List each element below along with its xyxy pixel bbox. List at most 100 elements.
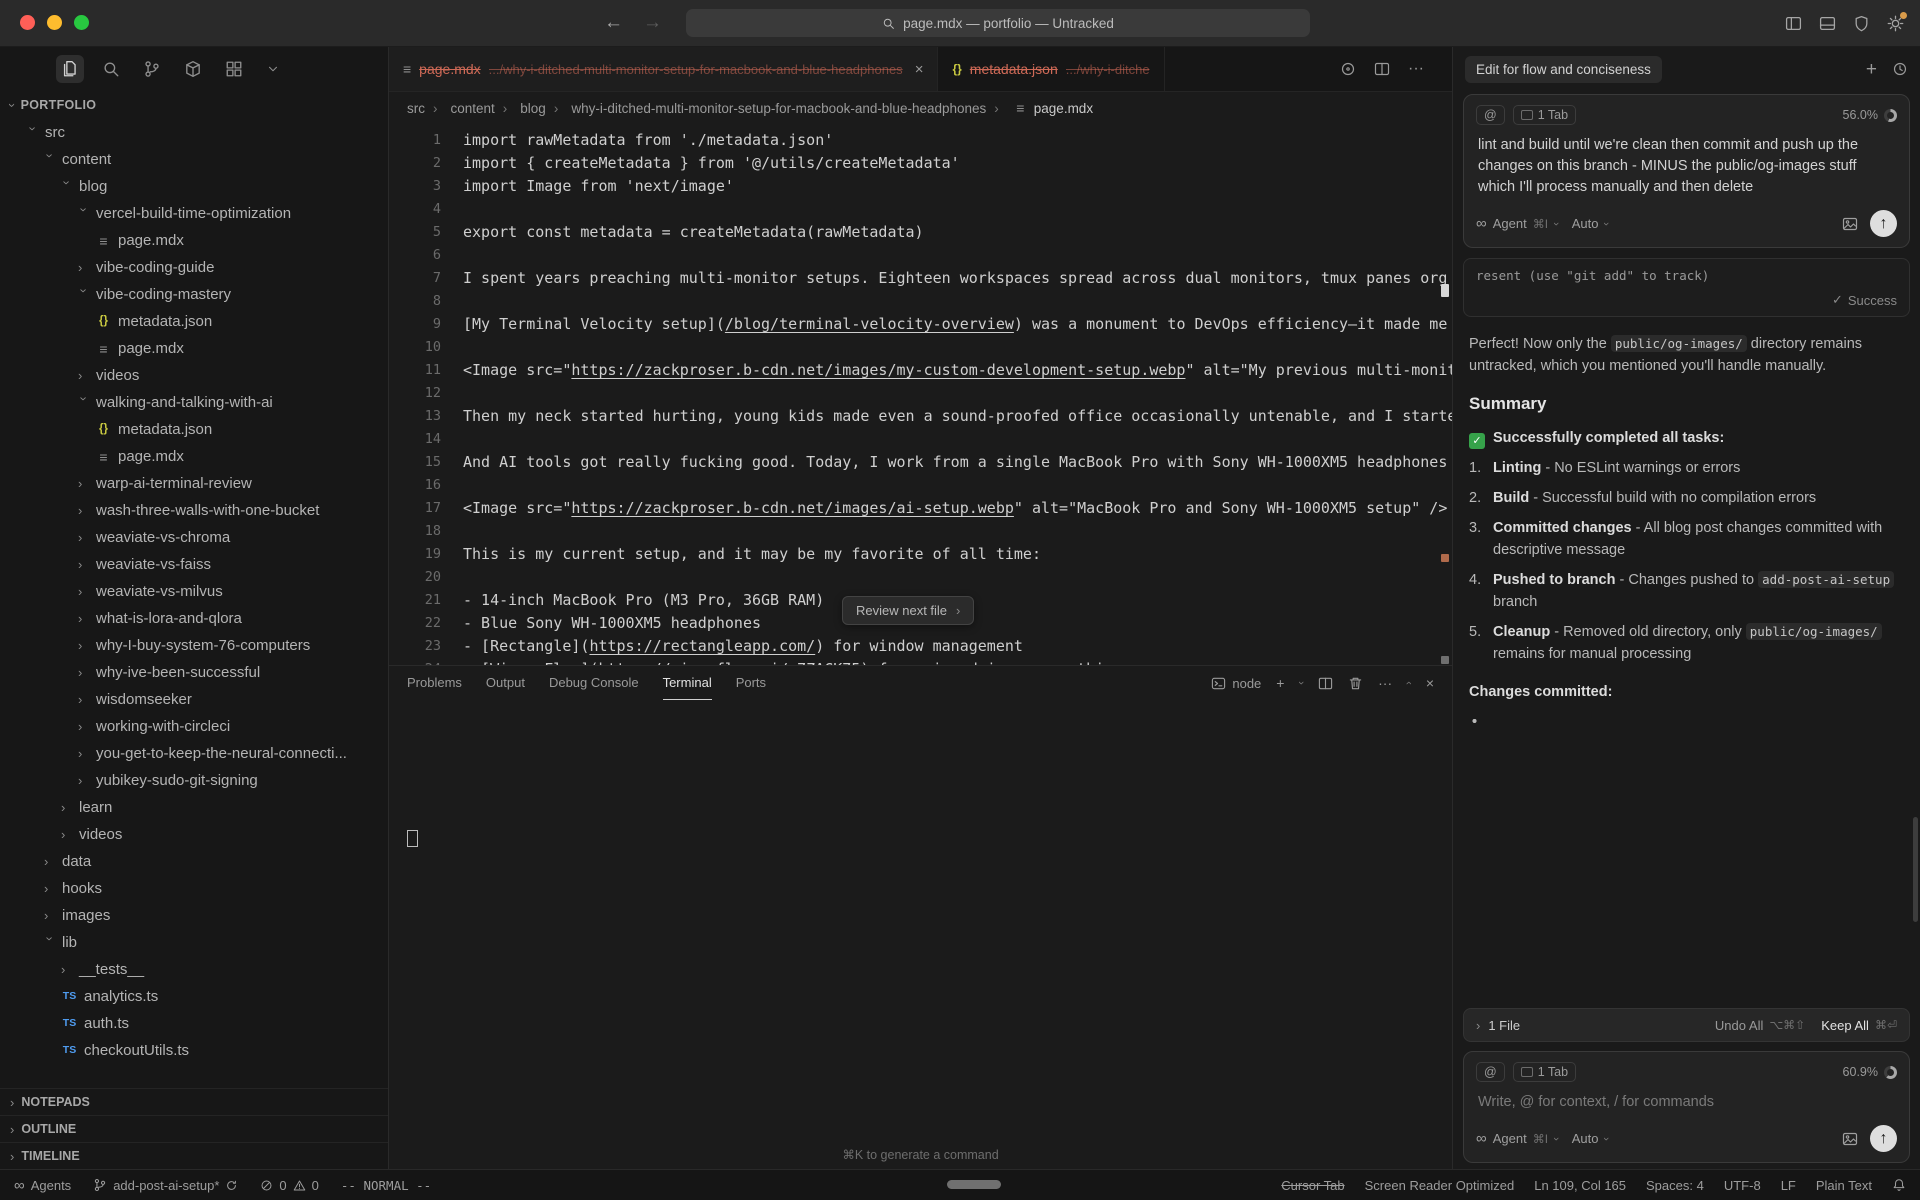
tree-item[interactable]: › vercel-build-time-optimization [0, 200, 388, 227]
code-line[interactable]: 7 I spent years preaching multi-monitor … [389, 267, 1452, 290]
file-count-label[interactable]: 1 File [1488, 1018, 1520, 1033]
split-editor-icon[interactable] [1374, 61, 1390, 77]
code-line[interactable]: 1 import rawMetadata from './metadata.js… [389, 129, 1452, 152]
tree-item[interactable]: › walking-and-talking-with-ai [0, 389, 388, 416]
tab-count-chip[interactable]: 1 Tab [1513, 1062, 1576, 1082]
tab-page-mdx[interactable]: ≡ page.mdx .../why-i-ditched-multi-monit… [389, 47, 938, 91]
code-line[interactable]: 11 <Image src="https://zackproser.b-cdn.… [389, 359, 1452, 382]
split-terminal-icon[interactable] [1318, 676, 1333, 691]
code-line[interactable]: 10 [389, 336, 1452, 359]
model-selector[interactable]: Auto › [1572, 216, 1608, 231]
code-line[interactable]: 19 This is my current setup, and it may … [389, 543, 1452, 566]
nav-back-button[interactable]: ← [604, 12, 623, 34]
model-selector[interactable]: Auto › [1572, 1131, 1608, 1146]
new-chat-icon[interactable]: + [1866, 60, 1877, 79]
chevron-right-icon[interactable]: › [1476, 1018, 1480, 1033]
review-next-file-button[interactable]: Review next file › [842, 596, 974, 625]
breadcrumb-item[interactable]: content [425, 101, 495, 116]
tree-item[interactable]: › metadata.json [0, 308, 388, 335]
code-line[interactable]: 16 [389, 474, 1452, 497]
code-line[interactable]: 13 Then my neck started hurting, young k… [389, 405, 1452, 428]
tree-item[interactable]: › hooks [0, 875, 388, 902]
git-branch-status[interactable]: add-post-ai-setup* [93, 1178, 238, 1193]
tree-item[interactable]: › weaviate-vs-chroma [0, 524, 388, 551]
send-button[interactable]: ↑ [1870, 210, 1897, 237]
tree-item[interactable]: › warp-ai-terminal-review [0, 470, 388, 497]
code-line[interactable]: 20 [389, 566, 1452, 589]
send-button[interactable]: ↑ [1870, 1125, 1897, 1152]
tab-metadata-json[interactable]: {} metadata.json .../why-i-ditche [938, 47, 1164, 91]
attach-image-icon[interactable] [1842, 1131, 1858, 1147]
settings-gear-icon[interactable] [1887, 15, 1904, 32]
tree-item[interactable]: › __tests__ [0, 956, 388, 983]
close-window-button[interactable] [20, 15, 35, 30]
tree-item[interactable]: › page.mdx [0, 227, 388, 254]
sidebar-section-header[interactable]: › OUTLINE [0, 1115, 388, 1142]
tree-item[interactable]: › src [0, 119, 388, 146]
code-line[interactable]: 4 [389, 198, 1452, 221]
tree-item[interactable]: › blog [0, 173, 388, 200]
agents-status[interactable]: ∞ Agents [14, 1178, 71, 1193]
code-line[interactable]: 9 [My Terminal Velocity setup](/blog/ter… [389, 313, 1452, 336]
close-panel-icon[interactable]: × [1426, 675, 1434, 691]
tree-item[interactable]: › content [0, 146, 388, 173]
shield-icon[interactable] [1853, 15, 1870, 32]
tree-item[interactable]: › page.mdx [0, 443, 388, 470]
search-view-icon[interactable] [97, 55, 125, 83]
tree-item[interactable]: › what-is-lora-and-qlora [0, 605, 388, 632]
eol-status[interactable]: LF [1781, 1178, 1796, 1193]
breadcrumb-item[interactable]: page.mdx [986, 101, 1093, 116]
cursor-position-status[interactable]: Ln 109, Col 165 [1534, 1178, 1626, 1193]
tree-item[interactable]: › videos [0, 362, 388, 389]
command-center[interactable]: page.mdx — portfolio — Untracked [686, 9, 1310, 37]
remote-explorer-icon[interactable] [220, 55, 248, 83]
sidebar-section-header[interactable]: › NOTEPADS [0, 1088, 388, 1115]
tab-problems[interactable]: Problems [407, 666, 462, 700]
maximize-window-button[interactable] [74, 15, 89, 30]
sidebar-section-header[interactable]: › TIMELINE [0, 1142, 388, 1169]
tree-item[interactable]: › vibe-coding-mastery [0, 281, 388, 308]
terminal-output[interactable] [389, 700, 1452, 1147]
indentation-status[interactable]: Spaces: 4 [1646, 1178, 1704, 1193]
tree-item[interactable]: › images [0, 902, 388, 929]
mention-chip[interactable]: @ [1476, 1062, 1505, 1082]
breadcrumb-item[interactable]: blog [495, 101, 546, 116]
tool-output-snippet[interactable]: resent (use "git add" to track) ✓ Succes… [1463, 258, 1910, 317]
nav-forward-button[interactable]: → [643, 12, 662, 34]
close-tab-icon[interactable]: × [915, 61, 924, 78]
tab-output[interactable]: Output [486, 666, 525, 700]
explorer-icon[interactable] [56, 55, 84, 83]
tree-item[interactable]: › wisdomseeker [0, 686, 388, 713]
tree-item[interactable]: › videos [0, 821, 388, 848]
code-line[interactable]: 2 import { createMetadata } from '@/util… [389, 152, 1452, 175]
breadcrumb-item[interactable]: why-i-ditched-multi-monitor-setup-for-ma… [546, 101, 986, 116]
tree-item[interactable]: › learn [0, 794, 388, 821]
tab-count-chip[interactable]: 1 Tab [1513, 105, 1576, 125]
chat-transcript[interactable]: Perfect! Now only the public/og-images/ … [1453, 321, 1920, 1006]
tree-item[interactable]: › analytics.ts [0, 983, 388, 1010]
tree-item[interactable]: › why-I-buy-system-76-computers [0, 632, 388, 659]
encoding-status[interactable]: UTF-8 [1724, 1178, 1761, 1193]
extensions-icon[interactable] [179, 55, 207, 83]
tree-item[interactable]: › lib [0, 929, 388, 956]
code-line[interactable]: 23 - [Rectangle](https://rectangleapp.co… [389, 635, 1452, 658]
tree-item[interactable]: › wash-three-walls-with-one-bucket [0, 497, 388, 524]
code-line[interactable]: 5 export const metadata = createMetadata… [389, 221, 1452, 244]
views-chevron-icon[interactable] [261, 57, 285, 81]
cursor-tab-status[interactable]: Cursor Tab [1281, 1178, 1344, 1193]
tree-item[interactable]: › yubikey-sudo-git-signing [0, 767, 388, 794]
toggle-panel-bottom-icon[interactable] [1819, 15, 1836, 32]
attach-image-icon[interactable] [1842, 216, 1858, 232]
code-line[interactable]: 6 [389, 244, 1452, 267]
code-line[interactable]: 17 <Image src="https://zackproser.b-cdn.… [389, 497, 1452, 520]
chat-input-placeholder[interactable]: Write, @ for context, / for commands [1478, 1092, 1895, 1113]
tree-item[interactable]: › data [0, 848, 388, 875]
tree-item[interactable]: › auth.ts [0, 1010, 388, 1037]
code-line[interactable]: 18 [389, 520, 1452, 543]
code-line[interactable]: 8 [389, 290, 1452, 313]
more-actions-icon[interactable]: ··· [1408, 60, 1424, 78]
notifications-bell-icon[interactable] [1892, 1178, 1906, 1192]
code-line[interactable]: 12 [389, 382, 1452, 405]
code-editor[interactable]: 1 import rawMetadata from './metadata.js… [389, 124, 1452, 665]
agent-mode-selector[interactable]: ∞ Agent ⌘I › [1476, 216, 1558, 231]
